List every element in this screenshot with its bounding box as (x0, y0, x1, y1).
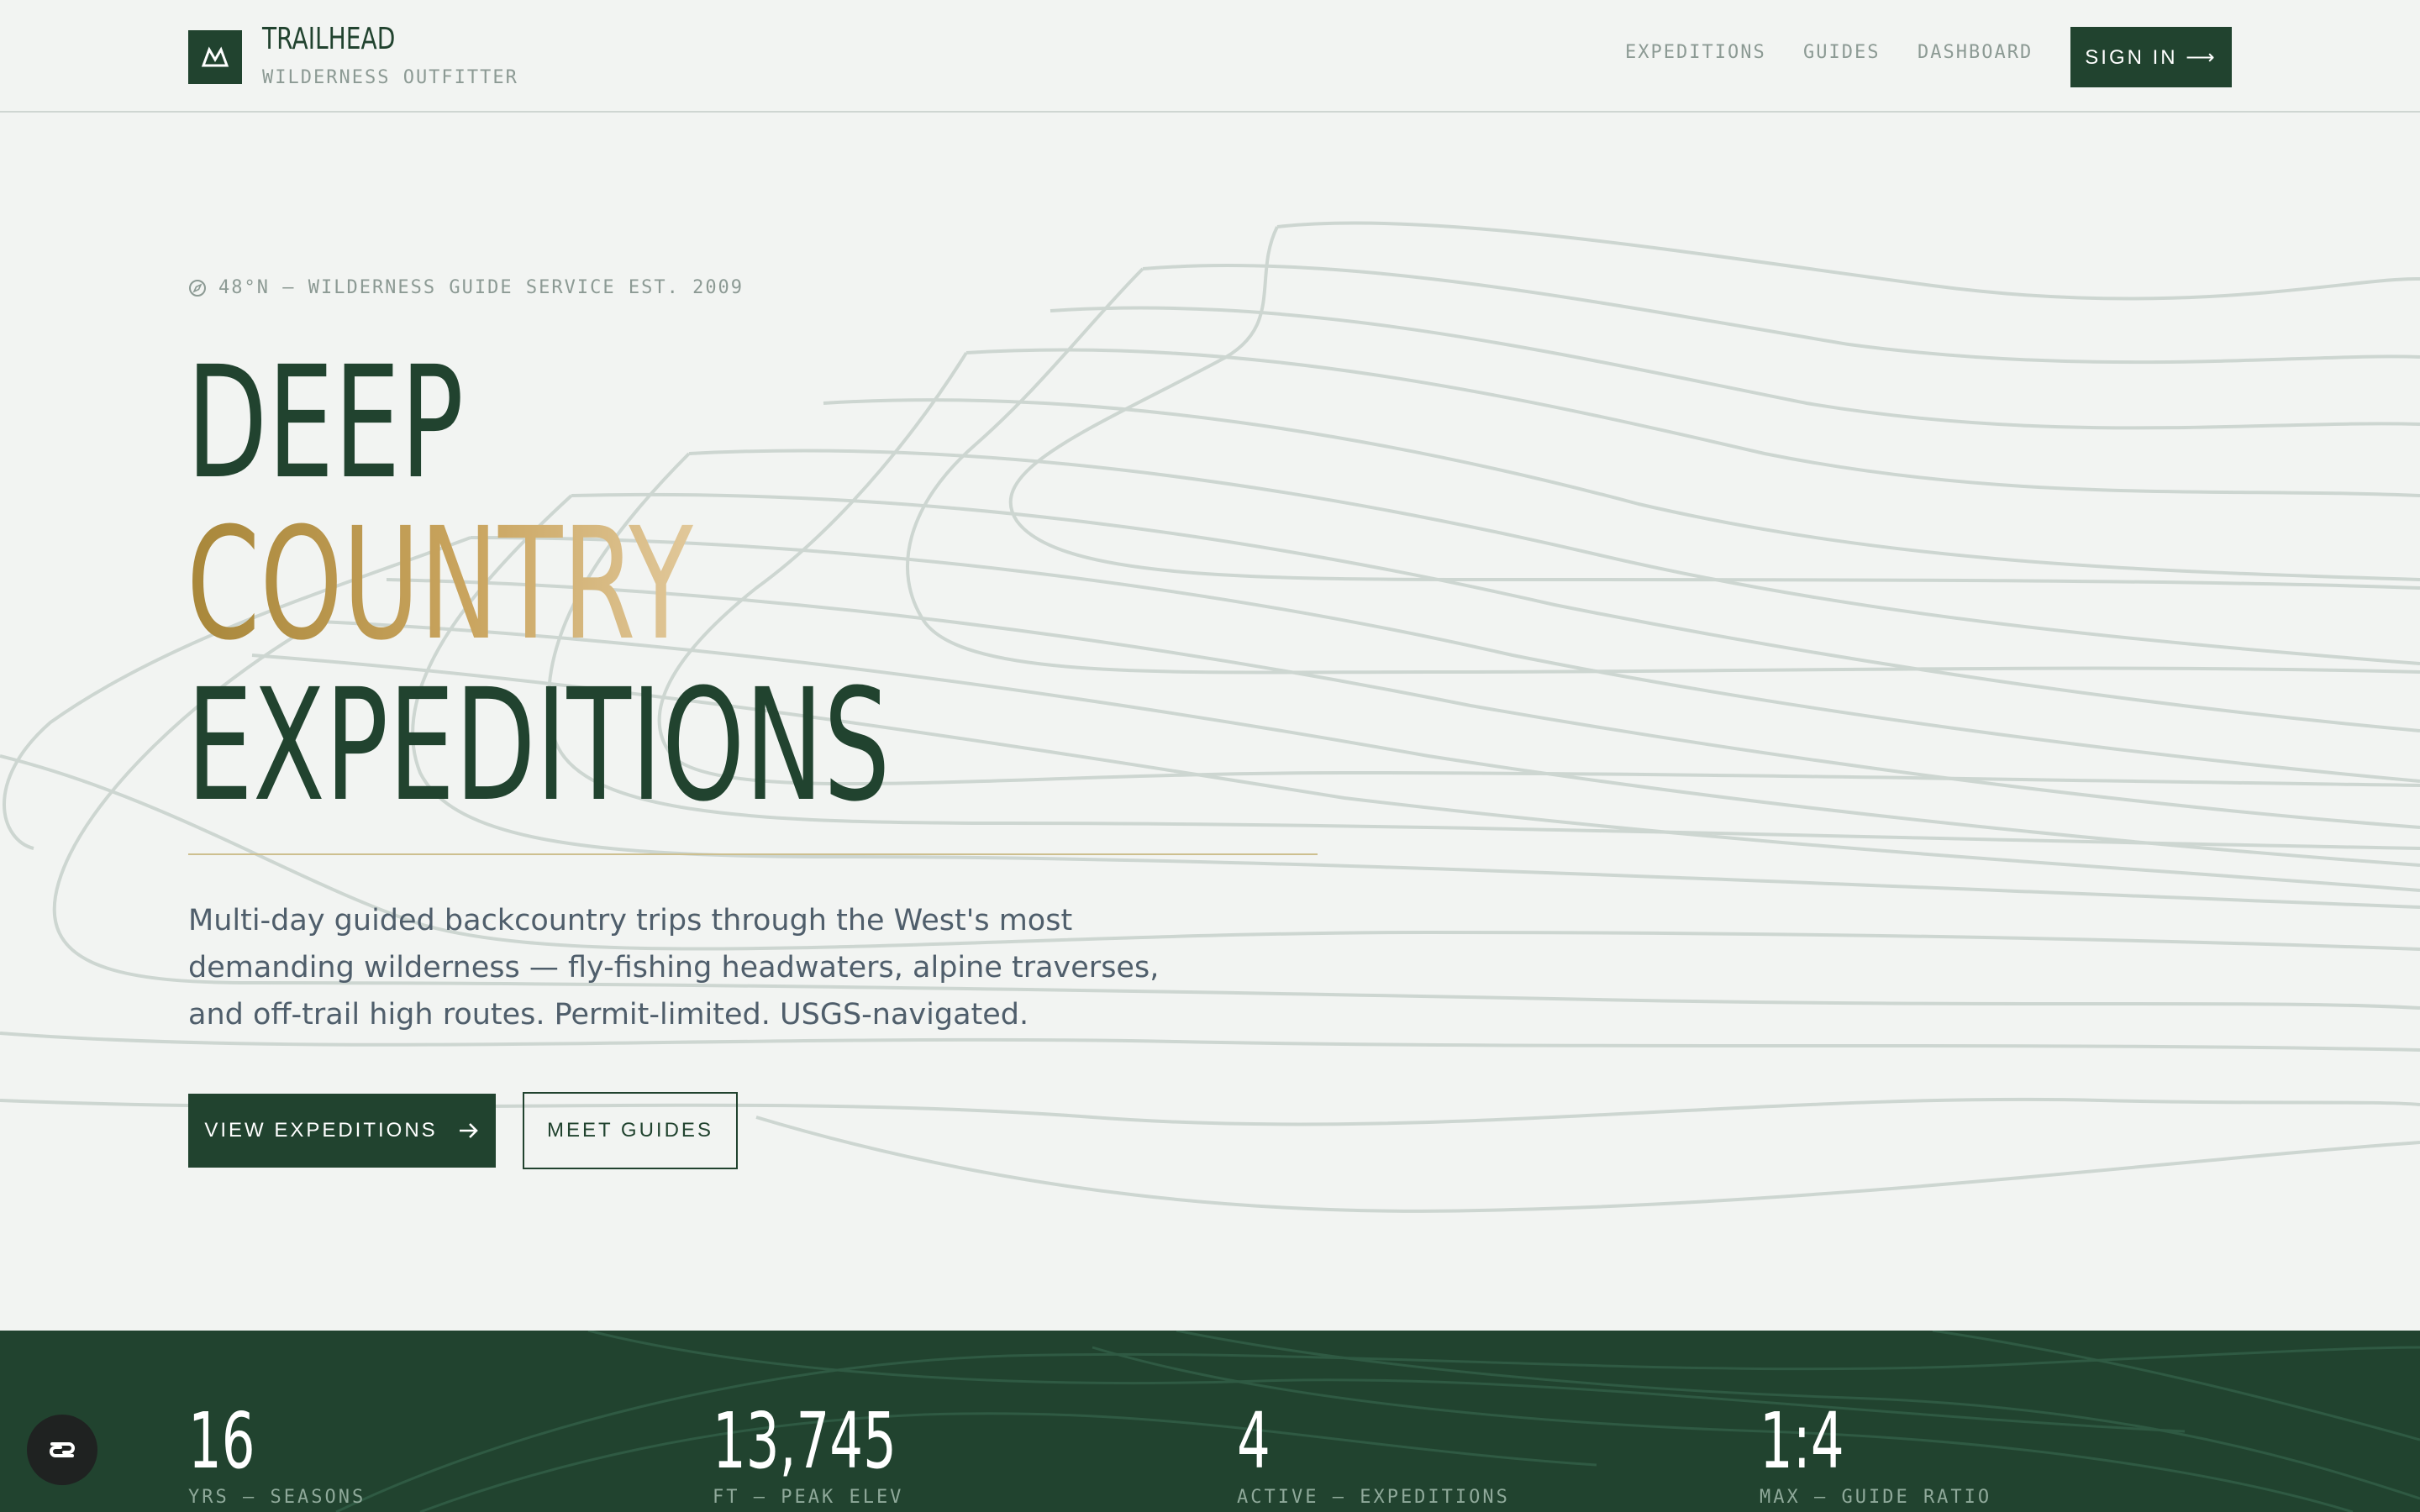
arrow-right-icon (459, 1123, 478, 1138)
stat-value-seasons: 16 (188, 1396, 255, 1486)
brand-name[interactable]: TRAILHEAD (262, 22, 395, 56)
nav-guides[interactable]: GUIDES (1803, 42, 1880, 63)
compass-icon (189, 279, 206, 297)
mountain-icon (201, 46, 229, 67)
stat-label-guide-ratio: MAX — GUIDE RATIO (1760, 1487, 1992, 1508)
sign-in-label: SIGN IN ⟶ (2085, 45, 2217, 69)
headline-line-2: COUNTRY (187, 495, 693, 675)
stat-label-elevation: FT — PEAK ELEV (713, 1487, 904, 1508)
site-header: TRAILHEAD WILDERNESS OUTFITTER EXPEDITIO… (0, 0, 2420, 113)
stat-value-elevation: 13,745 (713, 1396, 897, 1486)
nav-dashboard[interactable]: DASHBOARD (1918, 42, 2033, 63)
stats-contour-background (335, 1331, 2420, 1512)
chat-widget-icon (50, 1442, 75, 1457)
stat-value-expeditions: 4 (1237, 1396, 1270, 1486)
sign-in-button[interactable]: SIGN IN ⟶ (2070, 27, 2232, 87)
hero-divider (188, 853, 1318, 855)
nav-expeditions[interactable]: EXPEDITIONS (1625, 42, 1766, 63)
logo-mark[interactable] (188, 30, 242, 84)
hero-eyebrow: 48°N — WILDERNESS GUIDE SERVICE EST. 200… (188, 277, 744, 298)
brand-tagline: WILDERNESS OUTFITTER (262, 67, 518, 88)
eyebrow-text: 48°N — WILDERNESS GUIDE SERVICE EST. 200… (218, 277, 744, 298)
stats-band: 16 YRS — SEASONS 13,745 FT — PEAK ELEV 4… (0, 1331, 2420, 1512)
meet-guides-label: MEET GUIDES (547, 1119, 713, 1142)
headline-line-1: DEEP (187, 333, 464, 513)
stat-value-guide-ratio: 1:4 (1760, 1396, 1844, 1486)
view-expeditions-label: VIEW EXPEDITIONS (204, 1119, 438, 1142)
chat-widget-button[interactable] (27, 1415, 97, 1485)
hero-description: Multi-day guided backcountry trips throu… (188, 904, 1160, 1032)
meet-guides-button[interactable]: MEET GUIDES (523, 1092, 738, 1169)
stat-label-expeditions: ACTIVE — EXPEDITIONS (1237, 1487, 1510, 1508)
headline-line-3: EXPEDITIONS (187, 656, 891, 836)
view-expeditions-button[interactable]: VIEW EXPEDITIONS (188, 1094, 496, 1168)
stat-label-seasons: YRS — SEASONS (188, 1487, 366, 1508)
